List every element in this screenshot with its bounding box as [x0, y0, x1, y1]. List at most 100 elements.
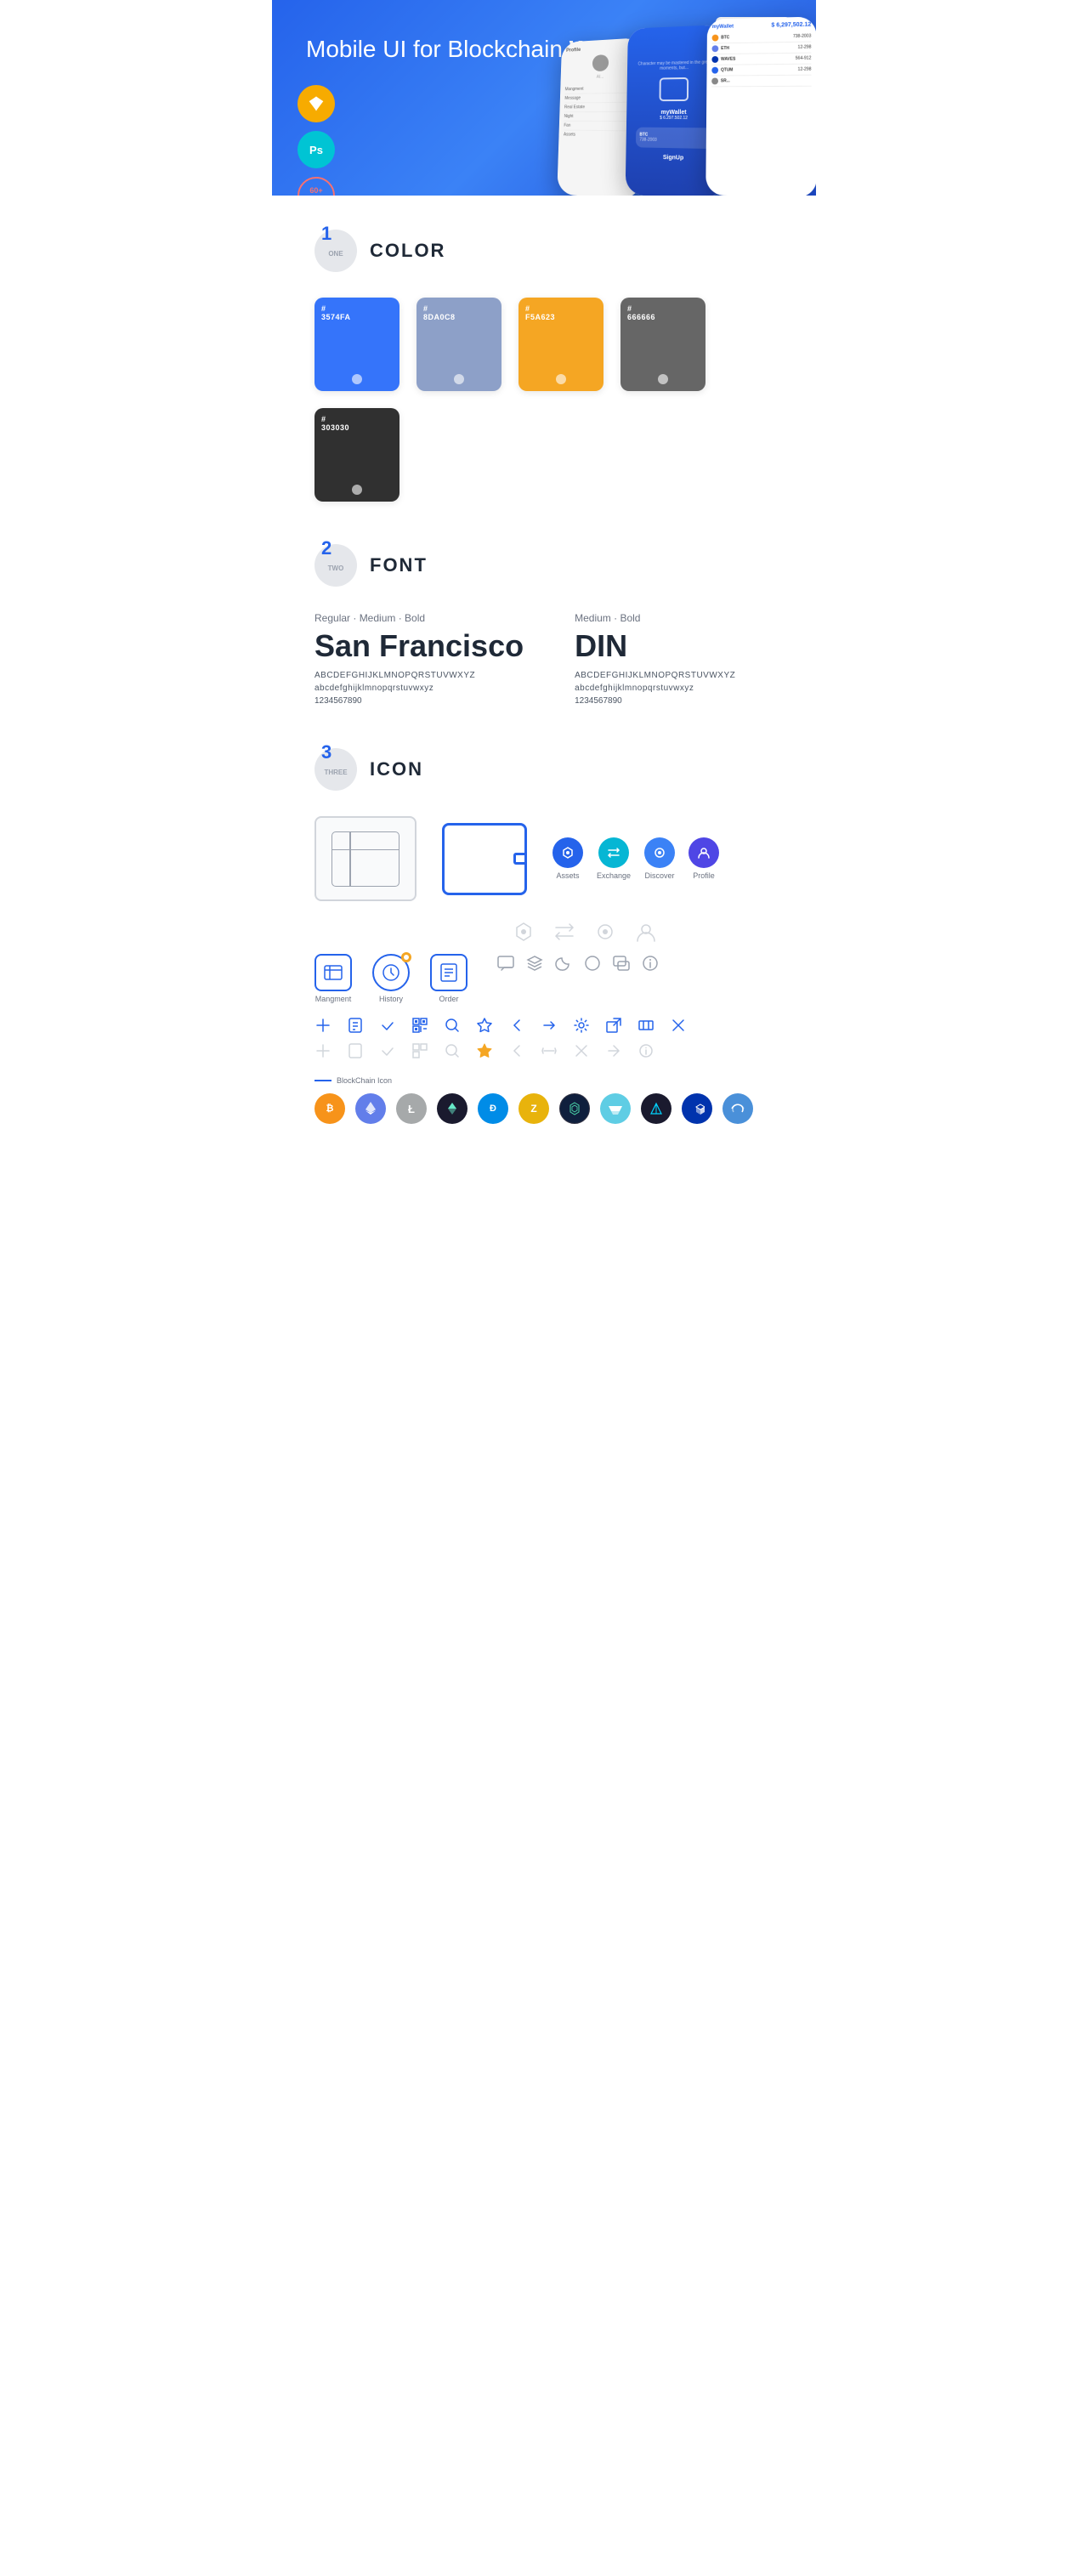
wireframe-icon: [314, 816, 416, 901]
gear-icon: [573, 1017, 590, 1034]
plus-icon: [314, 1017, 332, 1034]
blockchain-label: BlockChain Icon: [314, 1076, 774, 1085]
font-col-din: Medium · Bold DIN ABCDEFGHIJKLMNOPQRSTUV…: [575, 612, 735, 706]
icon-item-profile: Profile: [688, 837, 719, 880]
check-gray-icon: [379, 1042, 396, 1059]
crypto-zcash: Z: [518, 1093, 549, 1124]
font-name-sf: San Francisco: [314, 628, 524, 664]
font-numbers-din: 1234567890: [575, 696, 735, 706]
section-title-font: FONT: [370, 554, 428, 576]
font-numbers-sf: 1234567890: [314, 696, 524, 706]
color-swatches: #3574FA #8DA0C8 #F5A623 #666666 #303030: [314, 298, 774, 502]
note-edit-icon: [347, 1017, 364, 1034]
font-uppercase-din: ABCDEFGHIJKLMNOPQRSTUVWXYZ: [575, 671, 735, 680]
nav-icons-gray: [314, 918, 774, 945]
section-header-font: 2 TWO FONT: [314, 544, 774, 587]
color-section: 1 ONE COLOR #3574FA #8DA0C8 #F5A623 #666…: [272, 196, 816, 536]
circle-icon: [583, 954, 602, 973]
qr-icon: [411, 1017, 428, 1034]
qr-gray-icon: [411, 1042, 428, 1059]
font-lowercase-din: abcdefghijklmnopqrstuvwxyz: [575, 684, 735, 693]
crypto-ethereum: [355, 1093, 386, 1124]
font-section: 2 TWO FONT Regular · Medium · Bold San F…: [272, 536, 816, 740]
info-gray-icon: [638, 1042, 654, 1059]
ps-badge: Ps: [298, 131, 335, 168]
icon-top-row: Assets Exchange Discover: [314, 816, 774, 901]
hero-badges: Ps 60+Screens: [298, 85, 335, 196]
search-gray-icon: [444, 1042, 461, 1059]
icon-item-assets: Assets: [552, 837, 583, 880]
crypto-waves: [600, 1093, 631, 1124]
star-highlight-icon: [476, 1042, 493, 1059]
section-num-circle-2: 2 TWO: [314, 544, 357, 587]
arrows-gray-icon: [541, 1042, 558, 1059]
section-num-circle-1: 1 ONE: [314, 230, 357, 272]
nav-icons-colored: Assets Exchange Discover: [552, 837, 719, 880]
section-header-color: 1 ONE COLOR: [314, 230, 774, 272]
crypto-matic: [682, 1093, 712, 1124]
color-swatch-slate[interactable]: #8DA0C8: [416, 298, 502, 391]
sketch-badge: [298, 85, 335, 122]
crypto-verge: [641, 1093, 672, 1124]
crypto-icons-row: ₿ Ł Đ Z: [314, 1093, 774, 1124]
color-swatch-dark[interactable]: #303030: [314, 408, 400, 502]
font-col-sf: Regular · Medium · Bold San Francisco AB…: [314, 612, 524, 706]
icon-item-history: History: [372, 954, 410, 1003]
font-lowercase-sf: abcdefghijklmnopqrstuvwxyz: [314, 684, 524, 693]
utility-icons-gray: [496, 954, 660, 973]
color-swatch-orange[interactable]: #F5A623: [518, 298, 604, 391]
icon-gray-assets: [510, 918, 537, 945]
section-title-color: COLOR: [370, 240, 445, 262]
chevron-left-icon: [508, 1017, 525, 1034]
hero-section: Mobile UI for Blockchain Wallet UI Kit P…: [272, 0, 816, 196]
color-swatch-blue[interactable]: #3574FA: [314, 298, 400, 391]
phone-right: myWallet $ 6,297,502.12 BTC 738-2003 ETH…: [706, 17, 816, 196]
font-style-sf: Regular · Medium · Bold: [314, 612, 524, 624]
chat2-icon: [612, 954, 631, 973]
crypto-other: [722, 1093, 753, 1124]
chat-icon: [496, 954, 515, 973]
plus-gray-icon: [314, 1042, 332, 1059]
font-name-din: DIN: [575, 628, 735, 664]
share-icon: [541, 1017, 558, 1034]
star-icon: [476, 1017, 493, 1034]
font-uppercase-sf: ABCDEFGHIJKLMNOPQRSTUVWXYZ: [314, 671, 524, 680]
small-icons-row1: [314, 1017, 774, 1034]
note-gray-icon: [347, 1042, 364, 1059]
moon-icon: [554, 954, 573, 973]
screens-badge: 60+Screens: [298, 177, 335, 196]
check-icon: [379, 1017, 396, 1034]
font-columns: Regular · Medium · Bold San Francisco AB…: [314, 612, 774, 706]
x-gray-icon: [573, 1042, 590, 1059]
arrow-right-gray-icon: [605, 1042, 622, 1059]
export-icon: [605, 1017, 622, 1034]
icon-section: 3 THREE ICON Assets: [272, 740, 816, 1158]
icon-item-order: Order: [430, 954, 468, 1003]
icon-gray-profile: [632, 918, 660, 945]
icon-item-discover: Discover: [644, 837, 675, 880]
crypto-litecoin: Ł: [396, 1093, 427, 1124]
section-title-icon: ICON: [370, 758, 423, 780]
section-num-circle-3: 3 THREE: [314, 748, 357, 791]
section-header-icon: 3 THREE ICON: [314, 748, 774, 791]
icon-gray-discover: [592, 918, 619, 945]
crypto-nem: [437, 1093, 468, 1124]
crypto-dash: Đ: [478, 1093, 508, 1124]
color-swatch-gray[interactable]: #666666: [620, 298, 706, 391]
search-icon: [444, 1017, 461, 1034]
info-icon: [641, 954, 660, 973]
font-style-din: Medium · Bold: [575, 612, 735, 624]
chevron-left-gray-icon: [508, 1042, 525, 1059]
small-icons-row2: [314, 1042, 774, 1059]
resize-icon: [638, 1017, 654, 1034]
crypto-bitcoin: ₿: [314, 1093, 345, 1124]
crypto-grid: [559, 1093, 590, 1124]
x-icon: [670, 1017, 687, 1034]
layers-icon: [525, 954, 544, 973]
phones-mockup: Profile AI... Mangment Message Real Esta…: [408, 9, 816, 196]
icon-item-mangment: Mangment: [314, 954, 352, 1003]
icon-item-exchange: Exchange: [597, 837, 631, 880]
icon-gray-exchange: [551, 918, 578, 945]
wallet-icon-blue: [442, 823, 527, 895]
app-icons-row: Mangment History: [314, 954, 774, 1003]
